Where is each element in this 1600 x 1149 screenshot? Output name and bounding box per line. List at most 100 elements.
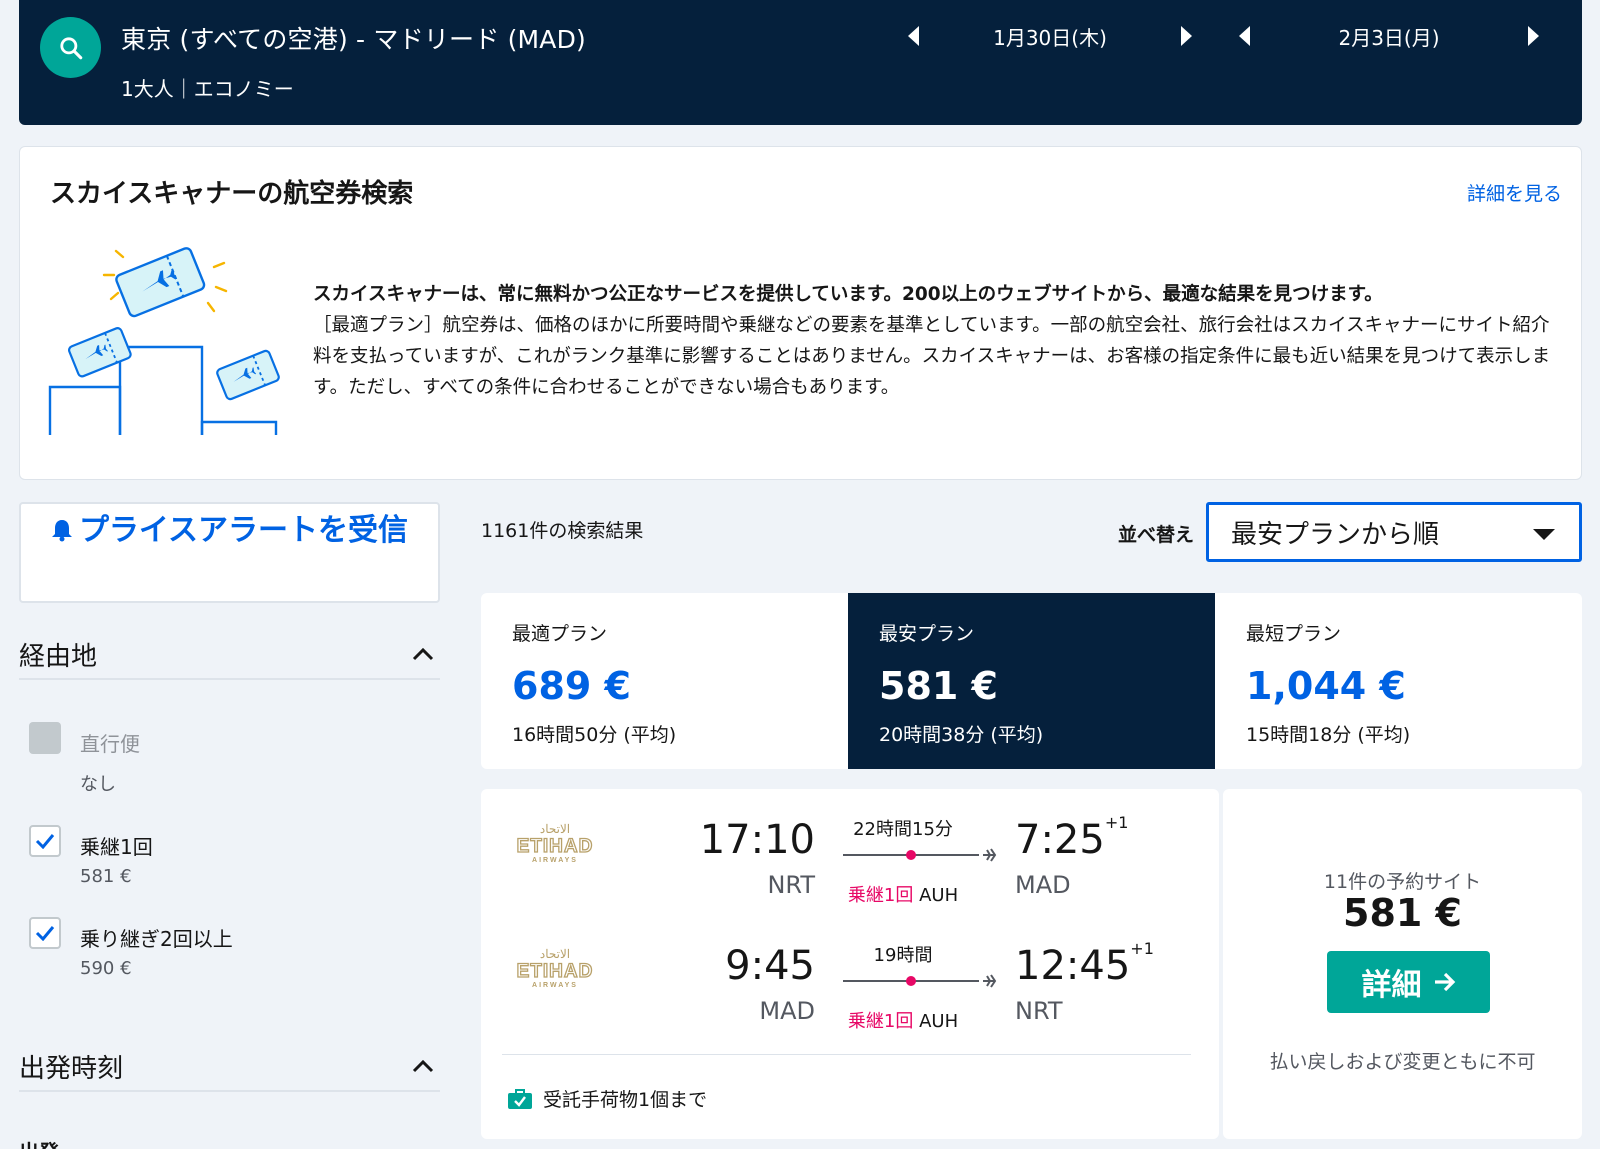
svg-text:AIRWAYS: AIRWAYS [532, 857, 578, 863]
two-plus-stops-label: 乗り継ぎ2回以上 [80, 927, 233, 951]
tickets-illustration [48, 247, 280, 435]
result-card[interactable]: ﺍﻻﺗﺤﺎﺩ ETIHAD AIRWAYS 17:10 NRT 22時間15分 … [481, 789, 1582, 1139]
itinerary-panel: ﺍﻻﺗﺤﺎﺩ ETIHAD AIRWAYS 17:10 NRT 22時間15分 … [481, 789, 1219, 1139]
inbound-duration: 19時間 [873, 945, 933, 966]
sort-label: 並べ替え [1118, 524, 1195, 546]
info-title: スカイスキャナーの航空券検索 [50, 179, 414, 209]
return-date-nav: 2月3日(月) [1229, 20, 1549, 52]
bell-icon [51, 520, 72, 542]
inbound-arrive-time: 12:45+1 [1015, 939, 1154, 989]
inbound-via: AUH [919, 1011, 959, 1032]
outbound-stops: 乗継1回 AUH [823, 881, 983, 907]
outbound-stop-count: 乗継1回 [847, 885, 914, 906]
tab-duration: 15時間18分 (平均) [1246, 724, 1411, 746]
return-prev-button[interactable] [1229, 20, 1261, 52]
price-panel: 11件の予約サイト 581 € 詳細 払い戻しおよび変更ともに不可 [1223, 789, 1582, 1139]
search-summary-bar: 東京 (すべての空港) - マドリード (MAD) 1大人｜エコノミー 1月30… [19, 0, 1582, 125]
card-price: 581 € [1343, 891, 1462, 935]
outbound-arrive-code: MAD [1015, 871, 1071, 899]
results-count: 1161件の検索結果 [481, 520, 644, 542]
sort-value: 最安プランから順 [1231, 519, 1440, 550]
info-details-link[interactable]: 詳細を見る [1467, 179, 1562, 206]
one-stop-label: 乗継1回 [80, 835, 153, 859]
outbound-duration: 22時間15分 [853, 819, 953, 840]
outbound-via: AUH [919, 885, 959, 906]
inbound-depart-time: 9:45 [725, 943, 815, 989]
caret-left-icon [1239, 26, 1250, 46]
booking-sites-count: 11件の予約サイト [1323, 871, 1482, 893]
return-date[interactable]: 2月3日(月) [1261, 22, 1517, 51]
refund-policy: 払い戻しおよび変更ともに不可 [1269, 1051, 1536, 1073]
tab-price: 689 € [512, 664, 631, 708]
tab-label: 最適プラン [512, 623, 608, 645]
outbound-depart-time: 17:10 [699, 817, 815, 863]
caret-down-icon [1533, 529, 1555, 540]
tab-label: 最安プラン [879, 623, 975, 645]
stops-filter-title: 経由地 [19, 641, 98, 672]
tab-duration: 16時間50分 (平均) [512, 724, 677, 746]
departure-time-filter-title: 出発時刻 [19, 1053, 124, 1084]
search-icon [59, 36, 82, 59]
details-button[interactable]: 詳細 [1327, 951, 1490, 1013]
svg-text:AIRWAYS: AIRWAYS [532, 982, 578, 988]
direct-label: 直行便 [80, 732, 140, 756]
one-stop-price: 581 € [80, 866, 132, 887]
chevron-up-icon [412, 1059, 434, 1073]
depart-prev-button[interactable] [898, 20, 930, 52]
caret-right-icon [1528, 26, 1539, 46]
inbound-arrive-time-value: 12:45 [1015, 943, 1131, 989]
one-stop-checkbox[interactable] [29, 825, 61, 857]
departure-subheading: 出発 [19, 1136, 59, 1149]
svg-text:ETIHAD: ETIHAD [517, 836, 594, 857]
depart-next-button[interactable] [1170, 20, 1202, 52]
baggage-info: 受託手荷物1個まで [507, 1085, 707, 1112]
chevron-up-icon [412, 647, 434, 661]
passenger-class[interactable]: 1大人｜エコノミー [121, 73, 294, 102]
svg-text:ﺍﻻﺗﺤﺎﺩ: ﺍﻻﺗﺤﺎﺩ [540, 822, 570, 836]
tab-duration: 20時間38分 (平均) [879, 724, 1044, 746]
info-body: スカイスキャナーは、常に無料かつ公正なサービスを提供しています。200以上のウェ… [313, 279, 1563, 403]
route-title[interactable]: 東京 (すべての空港) - マドリード (MAD) [121, 20, 586, 56]
inbound-arrive-code: NRT [1015, 997, 1063, 1025]
details-label: 詳細 [1361, 968, 1422, 1003]
outbound-route-line [843, 848, 997, 862]
price-alert-button[interactable]: プライスアラートを受信 [19, 502, 440, 603]
etihad-logo: ﺍﻻﺗﺤﺎﺩ ETIHAD AIRWAYS [516, 822, 594, 863]
search-button[interactable] [40, 17, 101, 78]
sort-select[interactable]: 最安プランから順 [1206, 502, 1582, 562]
price-alert-label: プライスアラートを受信 [78, 513, 409, 548]
depart-date[interactable]: 1月30日(木) [930, 22, 1170, 51]
caret-left-icon [908, 26, 919, 46]
inbound-stop-count: 乗継1回 [847, 1011, 914, 1032]
info-panel: スカイスキャナーの航空券検索 詳細を見る スカイスキャナーは、常に無料かつ公正な… [19, 146, 1582, 480]
card-divider [502, 1054, 1191, 1055]
inbound-depart-code: MAD [759, 997, 815, 1025]
two-plus-stops-price: 590 € [80, 958, 132, 979]
tab-fastest[interactable]: 最短プラン 1,044 € 15時間18分 (平均) [1215, 593, 1582, 769]
checkmark-icon [35, 926, 55, 941]
arrow-right-icon [1434, 972, 1455, 992]
outbound-depart-code: NRT [767, 871, 815, 899]
two-plus-stops-checkbox[interactable] [29, 917, 61, 949]
tab-price: 1,044 € [1246, 664, 1406, 708]
departure-time-filter-header[interactable]: 出発時刻 [19, 1042, 440, 1092]
info-lead: スカイスキャナーは、常に無料かつ公正なサービスを提供しています。200以上のウェ… [313, 284, 1383, 305]
sort-tabs: 最適プラン 689 € 16時間50分 (平均) 最安プラン 581 € 20時… [481, 593, 1582, 769]
inbound-route-line [843, 974, 997, 988]
inbound-stops: 乗継1回 AUH [823, 1007, 983, 1033]
outbound-next-day: +1 [1104, 813, 1129, 832]
tab-price: 581 € [879, 664, 998, 708]
svg-text:ETIHAD: ETIHAD [517, 961, 594, 982]
etihad-logo: ﺍﻻﺗﺤﺎﺩ ETIHAD AIRWAYS [516, 947, 594, 988]
direct-price: なし [80, 774, 116, 795]
svg-text:ﺍﻻﺗﺤﺎﺩ: ﺍﻻﺗﺤﺎﺩ [540, 947, 570, 961]
return-next-button[interactable] [1517, 20, 1549, 52]
stops-filter-header[interactable]: 経由地 [19, 630, 440, 680]
caret-right-icon [1181, 26, 1192, 46]
outbound-arrive-time-value: 7:25 [1015, 817, 1105, 863]
checkmark-icon [35, 834, 55, 849]
direct-checkbox[interactable] [29, 722, 61, 754]
tab-cheapest[interactable]: 最安プラン 581 € 20時間38分 (平均) [848, 593, 1215, 769]
tab-best[interactable]: 最適プラン 689 € 16時間50分 (平均) [481, 593, 848, 769]
depart-date-nav: 1月30日(木) [898, 20, 1202, 52]
